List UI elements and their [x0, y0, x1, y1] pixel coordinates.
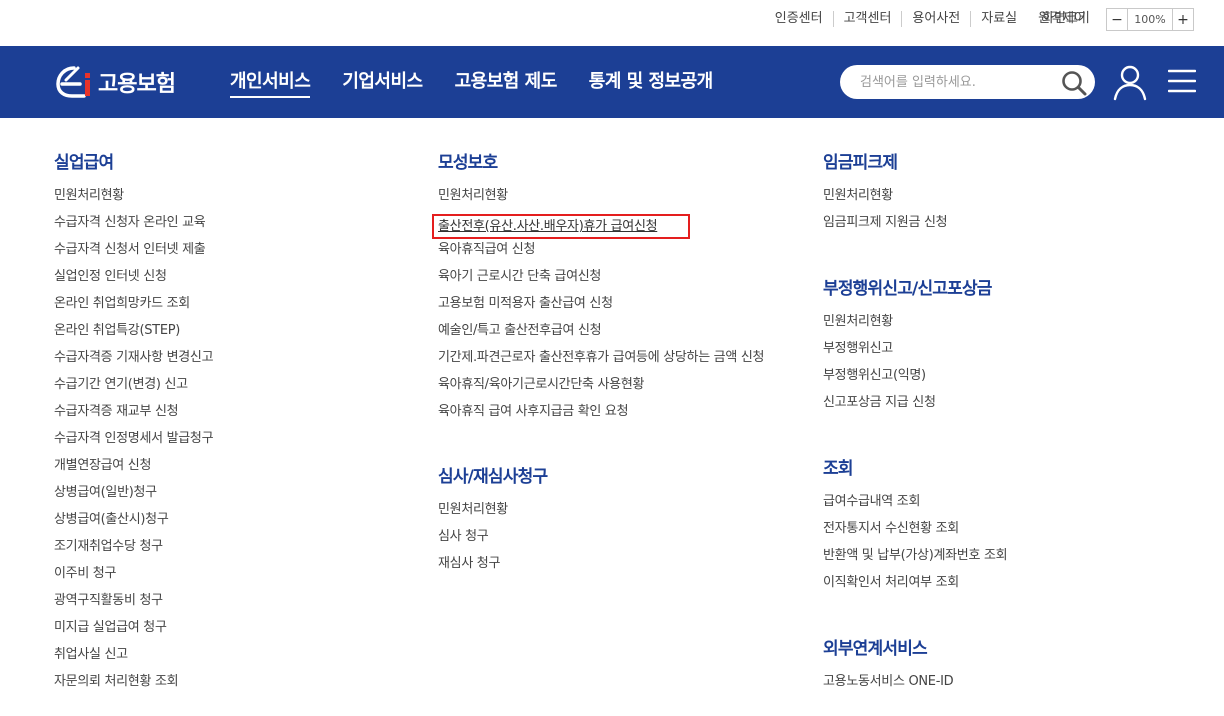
menu-item[interactable]: 수급자격증 기재사항 변경신고 — [54, 350, 214, 377]
menu-item[interactable]: 육아기 근로시간 단축 급여신청 — [438, 269, 764, 296]
section-title: 외부연계서비스 — [823, 639, 928, 659]
menu-item[interactable]: 민원처리현황 — [438, 188, 764, 215]
util-link-glossary[interactable]: 용어사전 — [902, 11, 970, 27]
menu-item[interactable]: 급여수급내역 조회 — [823, 494, 1007, 521]
menu-item[interactable]: 미지급 실업급여 청구 — [54, 620, 213, 647]
section-title: 모성보호 — [438, 153, 498, 173]
zoom-in-button[interactable]: + — [1173, 9, 1193, 30]
nav-business-services[interactable]: 기업서비스 — [342, 70, 423, 94]
main-header: 고용보험 개인서비스 기업서비스 고용보험 제도 통계 및 정보공개 — [0, 46, 1224, 118]
menu-item[interactable]: 신고포상금 지급 신청 — [823, 395, 1007, 422]
menu-item[interactable]: 자문의뢰 처리현황 조회 — [54, 674, 213, 701]
section-title: 실업급여 — [54, 153, 114, 173]
section-inquiry: 조회 급여수급내역 조회 전자통지서 수신현황 조회 반환액 및 납부(가상)계… — [823, 456, 1008, 602]
zoom-out-button[interactable]: − — [1107, 9, 1127, 30]
hamburger-menu-icon[interactable] — [1168, 68, 1196, 94]
menu-item[interactable]: 육아휴직 급여 사후지급금 확인 요청 — [438, 404, 764, 431]
column-unemployment: 실업급여 민원처리현황 수급자격 신청자 온라인 교육 수급자격 신청서 인터넷… — [54, 150, 214, 701]
menu-item[interactable]: 민원처리현황 — [823, 188, 1007, 215]
menu-item[interactable]: 고용보험 미적용자 출산급여 신청 — [438, 296, 764, 323]
menu-item[interactable]: 수급기간 연기(변경) 신고 — [54, 377, 213, 404]
menu-item[interactable]: 온라인 취업희망카드 조회 — [54, 296, 213, 323]
section-unemployment-benefits: 실업급여 민원처리현황 수급자격 신청자 온라인 교육 수급자격 신청서 인터넷… — [54, 150, 214, 701]
menu-item[interactable]: 취업사실 신고 — [54, 647, 213, 674]
menu-item[interactable]: 고용노동서비스 ONE-ID — [823, 674, 1007, 701]
menu-item[interactable]: 반환액 및 납부(가상)계좌번호 조회 — [823, 548, 1008, 575]
menu-item[interactable]: 민원처리현황 — [54, 188, 213, 215]
section-title: 부정행위신고/신고포상금 — [823, 279, 992, 299]
menu-item[interactable]: 기간제.파견근로자 출산전후휴가 급여등에 상당하는 금액 신청 — [438, 350, 764, 377]
menu-item[interactable]: 수급자격 신청자 온라인 교육 — [54, 215, 213, 242]
menu-item[interactable]: 재심사 청구 — [438, 556, 764, 583]
search-input[interactable] — [860, 72, 1060, 92]
search-icon[interactable] — [1061, 70, 1087, 96]
search-box — [840, 65, 1095, 99]
zoom-value: 100% — [1127, 9, 1173, 30]
nav-personal-services[interactable]: 개인서비스 — [230, 70, 311, 98]
menu-item-row: 출산전후(유산.사산.배우자)휴가 급여신청 — [438, 215, 764, 242]
zoom-label: 화면크기 — [1042, 11, 1090, 26]
menu-item-maternity-leave-benefit[interactable]: 출산전후(유산.사산.배우자)휴가 급여신청 — [438, 219, 658, 246]
section-fraud-report: 부정행위신고/신고포상금 민원처리현황 부정행위신고 부정행위신고(익명) 신고… — [823, 276, 1007, 422]
menu-item[interactable]: 이주비 청구 — [54, 566, 213, 593]
menu-item[interactable]: 육아휴직급여 신청 — [438, 242, 764, 269]
menu-item[interactable]: 광역구직활동비 청구 — [54, 593, 213, 620]
menu-item[interactable]: 이직확인서 처리여부 조회 — [823, 575, 1007, 602]
menu-item[interactable]: 실업인정 인터넷 신청 — [54, 269, 213, 296]
menu-item[interactable]: 상병급여(출산시)청구 — [54, 512, 213, 539]
section-maternity-protection: 모성보호 민원처리현황 출산전후(유산.사산.배우자)휴가 급여신청 육아휴직급… — [438, 150, 764, 431]
zoom-control: − 100% + — [1106, 8, 1194, 31]
site-logo[interactable]: 고용보험 — [54, 62, 176, 102]
section-external-services: 외부연계서비스 고용노동서비스 ONE-ID — [823, 636, 1007, 701]
section-title: 임금피크제 — [823, 153, 898, 173]
menu-item[interactable]: 민원처리현황 — [823, 314, 1007, 341]
util-link-library[interactable]: 자료실 — [971, 11, 1027, 27]
column-misc: 임금피크제 민원처리현황 임금피크제 지원금 신청 부정행위신고/신고포상금 민… — [823, 150, 1008, 701]
menu-item[interactable]: 수급자격 신청서 인터넷 제출 — [54, 242, 213, 269]
menu-item[interactable]: 상병급여(일반)청구 — [54, 485, 213, 512]
menu-item[interactable]: 민원처리현황 — [438, 502, 764, 529]
menu-item[interactable]: 온라인 취업특강(STEP) — [54, 323, 213, 350]
menu-item[interactable]: 육아휴직/육아기근로시간단축 사용현황 — [438, 377, 764, 404]
nav-insurance-system[interactable]: 고용보험 제도 — [455, 70, 558, 94]
menu-item[interactable]: 수급자격증 재교부 신청 — [54, 404, 213, 431]
logo-text: 고용보험 — [98, 72, 176, 97]
section-title: 조회 — [823, 459, 853, 479]
logo-icon — [56, 66, 90, 98]
column-maternity: 모성보호 민원처리현황 출산전후(유산.사산.배우자)휴가 급여신청 육아휴직급… — [438, 150, 764, 583]
menu-item[interactable]: 임금피크제 지원금 신청 — [823, 215, 1007, 242]
menu-item[interactable]: 조기재취업수당 청구 — [54, 539, 213, 566]
menu-item[interactable]: 심사 청구 — [438, 529, 764, 556]
menu-item[interactable]: 부정행위신고(익명) — [823, 368, 1007, 395]
menu-item[interactable]: 전자통지서 수신현황 조회 — [823, 521, 1007, 548]
section-title: 심사/재심사청구 — [438, 467, 548, 487]
menu-item[interactable]: 예술인/특고 출산전후급여 신청 — [438, 323, 764, 350]
menu-item[interactable]: 수급자격 인정명세서 발급청구 — [54, 431, 214, 458]
nav-statistics[interactable]: 통계 및 정보공개 — [589, 70, 713, 94]
util-link-customer-center[interactable]: 고객센터 — [834, 11, 902, 27]
menu-item[interactable]: 부정행위신고 — [823, 341, 1007, 368]
user-icon[interactable] — [1112, 63, 1148, 101]
section-wage-peak: 임금피크제 민원처리현황 임금피크제 지원금 신청 — [823, 150, 1007, 242]
menu-item[interactable]: 개별연장급여 신청 — [54, 458, 213, 485]
utility-bar: 인증센터 고객센터 용어사전 자료실 원격제어 화면크기 − 100% + — [0, 0, 1224, 46]
main-nav: 개인서비스 기업서비스 고용보험 제도 통계 및 정보공개 — [230, 70, 745, 98]
section-review-request: 심사/재심사청구 민원처리현황 심사 청구 재심사 청구 — [438, 464, 764, 583]
util-link-auth-center[interactable]: 인증센터 — [765, 11, 833, 27]
